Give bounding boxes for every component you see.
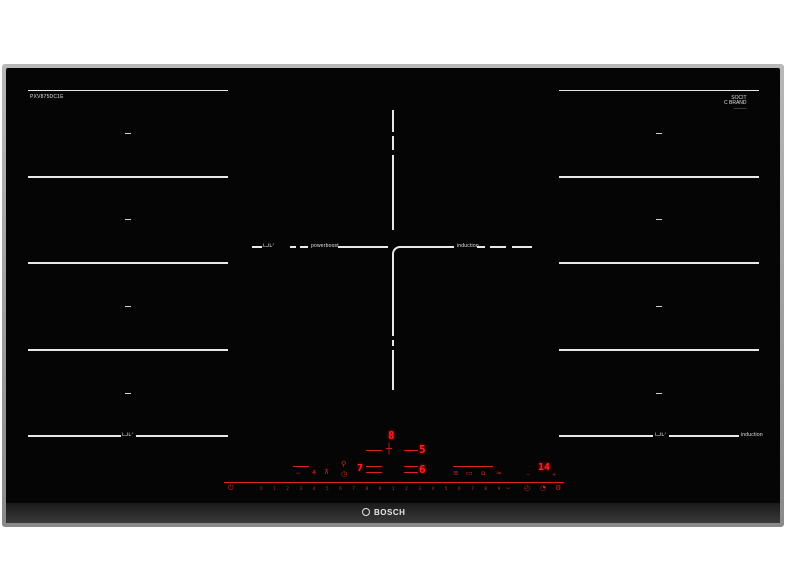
scale-step[interactable]: 9 — [379, 486, 382, 491]
bosch-logo-icon — [362, 508, 370, 516]
settings-icon[interactable]: ⚙ — [555, 484, 561, 492]
scale-step[interactable]: 8 — [366, 486, 369, 491]
center-vline-lower — [392, 256, 394, 336]
slider-bar-mid-right-b[interactable] — [404, 472, 418, 473]
right-zone-divider-1 — [559, 176, 759, 178]
scale-step[interactable]: 1 — [273, 486, 276, 491]
right-zone-bottom-line-a — [559, 435, 653, 437]
timer-display[interactable]: 14 — [538, 462, 550, 473]
scale-pan-icon[interactable]: ⌣ — [506, 484, 511, 493]
scale-step[interactable]: 8 — [484, 486, 487, 491]
right-zone-bottom-line-b — [669, 435, 739, 437]
flex-label-right-bottom: ᒪᒍᒪᐟ — [655, 432, 667, 438]
center-vline-lower-seg — [392, 340, 394, 346]
center-hline-right-d — [512, 246, 532, 248]
right-zone-4-marker — [656, 393, 662, 394]
brand-badge-underline: ────── — [733, 106, 747, 110]
scale-step[interactable]: 2 — [286, 486, 289, 491]
scale-step[interactable]: 0 — [260, 486, 263, 491]
right-zone-3-marker — [656, 306, 662, 307]
left-zone-3-marker — [125, 306, 131, 307]
model-code: PXV875DC1E — [30, 94, 64, 100]
scale-step[interactable]: 3 — [300, 486, 303, 491]
func-bar-right — [453, 466, 493, 467]
right-zone-1-marker — [656, 133, 662, 134]
scale-step[interactable]: 6 — [339, 486, 342, 491]
boost-icon[interactable]: ⌂ — [481, 469, 485, 477]
powerboost-label: powerboost — [311, 243, 339, 249]
timer-plus-icon[interactable]: + — [552, 472, 556, 478]
display-top[interactable]: 8 — [388, 429, 395, 442]
scale-step[interactable]: 9 — [498, 486, 501, 491]
fan-icon[interactable]: ⚘ — [311, 469, 317, 477]
timer-minus-icon[interactable]: − — [526, 472, 530, 478]
center-vline-top-seg — [392, 110, 394, 132]
display-right-lower[interactable]: 6 — [419, 463, 426, 476]
slider-bar-mid-right-a[interactable] — [404, 466, 418, 467]
center-hline-far-left — [252, 246, 262, 248]
center-vline-upper — [392, 155, 394, 230]
lock-icon[interactable]: ⚲ — [341, 460, 346, 468]
flex-label-left-bottom: ᒪᒍᒪᐟ — [122, 432, 134, 438]
slider-bar-mid-left-b[interactable] — [366, 472, 382, 473]
scale-step[interactable]: 2 — [405, 486, 408, 491]
menu-icon[interactable]: ≡ — [453, 469, 459, 477]
scale-step[interactable]: 7 — [471, 486, 474, 491]
func-bar-left-a — [293, 466, 309, 467]
left-zone-top-line — [28, 90, 228, 91]
center-hline-left-c — [338, 246, 388, 248]
slider-bar-upper-left[interactable] — [366, 450, 382, 451]
center-hline-right-a — [402, 246, 454, 248]
clock-icon[interactable]: ◴ — [524, 484, 530, 492]
timer-small-icon[interactable]: ◷ — [341, 470, 347, 478]
slider-bar-mid-left-a[interactable] — [366, 466, 382, 467]
display-left-lower[interactable]: 7 — [357, 463, 363, 474]
right-zone-2-marker — [656, 219, 662, 220]
scale-step[interactable]: 6 — [458, 486, 461, 491]
induction-label-center: induction — [457, 243, 479, 249]
cross-select-icon[interactable]: ┼ — [386, 444, 392, 455]
induction-label-right: induction — [741, 432, 763, 438]
left-zone-2-marker — [125, 219, 131, 220]
scale-step[interactable]: 5 — [326, 486, 329, 491]
left-zone-4-marker — [125, 393, 131, 394]
pan-icon[interactable]: ⌣ — [296, 469, 301, 478]
scale-step[interactable]: 4 — [313, 486, 316, 491]
center-hline-left-a — [290, 246, 296, 248]
scale-bar — [224, 482, 564, 483]
scale-step[interactable]: 1 — [392, 486, 395, 491]
left-zone-bottom-line-a — [28, 435, 121, 437]
power-icon[interactable]: ⏻ — [228, 484, 234, 493]
center-hline-left-b — [300, 246, 308, 248]
right-zone-divider-3 — [559, 349, 759, 351]
center-vline-top-seg2 — [392, 136, 394, 150]
sensor-icon[interactable]: ▭ — [466, 469, 473, 477]
center-vline-bottom — [392, 350, 394, 390]
left-zone-divider-2 — [28, 262, 228, 264]
display-right-upper[interactable]: 5 — [419, 443, 426, 456]
left-zone-bottom-line-b — [136, 435, 228, 437]
scale-step[interactable]: 3 — [418, 486, 421, 491]
flex-label-center: ᒪᒍᒪᐟ — [263, 243, 275, 249]
scale-step[interactable]: 5 — [445, 486, 448, 491]
left-zone-divider-1 — [28, 176, 228, 178]
center-hline-right-c — [490, 246, 506, 248]
left-zone-1-marker — [125, 133, 131, 134]
stopwatch-icon[interactable]: ◔ — [540, 484, 546, 492]
scale-step[interactable]: 7 — [352, 486, 355, 491]
right-zone-divider-2 — [559, 262, 759, 264]
slider-bar-upper-right[interactable] — [404, 450, 418, 451]
wifi-icon[interactable]: ≈ — [496, 469, 502, 477]
scale-step[interactable]: 4 — [432, 486, 435, 491]
left-zone-divider-3 — [28, 349, 228, 351]
brand-badge: SOCIT C BRAND ────── — [724, 96, 747, 111]
right-zone-top-line — [559, 90, 759, 91]
hood-icon[interactable]: ⊼ — [324, 468, 329, 476]
brand-logo: BOSCH — [374, 508, 406, 517]
